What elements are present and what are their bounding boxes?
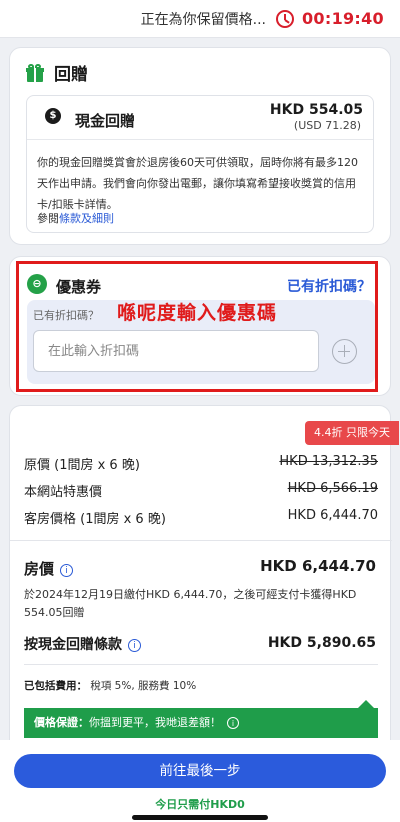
home-indicator bbox=[132, 815, 268, 820]
cash-reward-amount-usd: (USD 71.28) bbox=[293, 119, 361, 132]
cash-reward-terms: 參閱條款及細則 bbox=[37, 210, 114, 226]
rewards-card: 回贈 $ 現金回贈 HKD 554.05 (USD 71.28) 你的現金回贈獎… bbox=[9, 47, 391, 245]
coin-icon: $ bbox=[45, 108, 61, 124]
price-row-label: 客房價格 (1間房 x 6 晚) bbox=[24, 512, 166, 527]
divider bbox=[24, 664, 378, 665]
price-row-label: 原價 (1間房 x 6 晚) bbox=[24, 458, 140, 473]
cash-reward-row: $ 現金回贈 HKD 554.05 (USD 71.28) bbox=[27, 96, 373, 140]
next-step-button[interactable]: 前往最後一步 bbox=[14, 754, 386, 788]
terms-link[interactable]: 條款及細則 bbox=[59, 212, 114, 225]
discount-badge: 4.4折 只限今天 bbox=[305, 421, 399, 445]
bottom-action-bar: 前往最後一步 今日只需付HKD0 bbox=[0, 740, 400, 822]
discount-code-input[interactable] bbox=[33, 330, 319, 372]
annotation-text: 喺呢度輸入優惠碼 bbox=[117, 302, 278, 324]
cash-reward-label: 現金回贈 bbox=[75, 112, 136, 130]
room-price-label: 房價 i bbox=[24, 558, 74, 579]
info-icon[interactable]: i bbox=[60, 564, 74, 577]
included-fees: 已包括費用： 稅項 5%, 服務費 10% bbox=[24, 678, 196, 693]
cash-reward-box: $ 現金回贈 HKD 554.05 (USD 71.28) 你的現金回贈獎賞會於… bbox=[26, 95, 374, 233]
included-fees-value: 稅項 5%, 服務費 10% bbox=[90, 680, 197, 692]
room-price-note: 於2024年12月19日繳付HKD 6,444.70，之後可經支付卡獲得HKD … bbox=[24, 588, 357, 619]
price-hold-message: 正在為你保留價格... bbox=[140, 11, 266, 28]
rewards-title: 回贈 bbox=[54, 65, 88, 85]
price-hold-bar: 正在為你保留價格... 00:19:40 bbox=[0, 0, 400, 38]
pay-today-text: 今日只需付HKD0 bbox=[155, 798, 245, 811]
has-discount-code-link[interactable]: 已有折扣碼？ bbox=[287, 276, 371, 296]
included-fees-label: 已包括費用： bbox=[24, 680, 87, 692]
cash-terms-amount: HKD 5,890.65 bbox=[267, 635, 376, 651]
guarantee-pointer bbox=[358, 700, 374, 708]
cash-reward-description: 你的現金回贈獎賞會於退房後60天可供領取，屆時你將有最多120天作出申請。我們會… bbox=[37, 156, 358, 211]
clock-icon bbox=[276, 9, 294, 28]
rewards-header: 回贈 bbox=[10, 48, 390, 85]
price-guarantee-banner[interactable]: 價格保證：你搵到更平，我哋退差額！ i bbox=[24, 708, 378, 738]
cash-terms-label: 按現金回贈條款 i bbox=[24, 634, 141, 654]
coupon-title: 優惠券 bbox=[56, 278, 102, 296]
apply-code-plus-icon[interactable] bbox=[332, 339, 357, 364]
price-row-value: HKD 6,566.19 bbox=[287, 481, 378, 496]
price-row-label: 本網站特惠價 bbox=[24, 485, 103, 500]
price-row-value: HKD 6,444.70 bbox=[287, 508, 378, 523]
gift-icon bbox=[26, 63, 44, 82]
guarantee-label: 價格保證： bbox=[34, 716, 89, 729]
divider bbox=[10, 540, 392, 541]
price-row-value: HKD 13,312.35 bbox=[279, 454, 378, 469]
ticket-icon: ⊖ bbox=[27, 274, 47, 294]
terms-prefix: 參閱 bbox=[37, 212, 59, 225]
price-summary-card: 4.4折 只限今天 原價 (1間房 x 6 晚) HKD 13,312.35 本… bbox=[9, 405, 399, 745]
coupon-highlight-box: ⊖ 優惠券 已有折扣碼？ 已有折扣碼？ 喺呢度輸入優惠碼 bbox=[16, 261, 378, 392]
info-icon[interactable]: i bbox=[227, 717, 239, 729]
guarantee-text: 你搵到更平，我哋退差額！ bbox=[89, 716, 221, 729]
discount-code-label: 已有折扣碼？ bbox=[33, 309, 99, 322]
room-price-amount: HKD 6,444.70 bbox=[260, 557, 376, 575]
cash-reward-amount: HKD 554.05 bbox=[269, 102, 363, 118]
info-icon[interactable]: i bbox=[128, 639, 141, 652]
countdown-timer: 00:19:40 bbox=[302, 9, 384, 28]
